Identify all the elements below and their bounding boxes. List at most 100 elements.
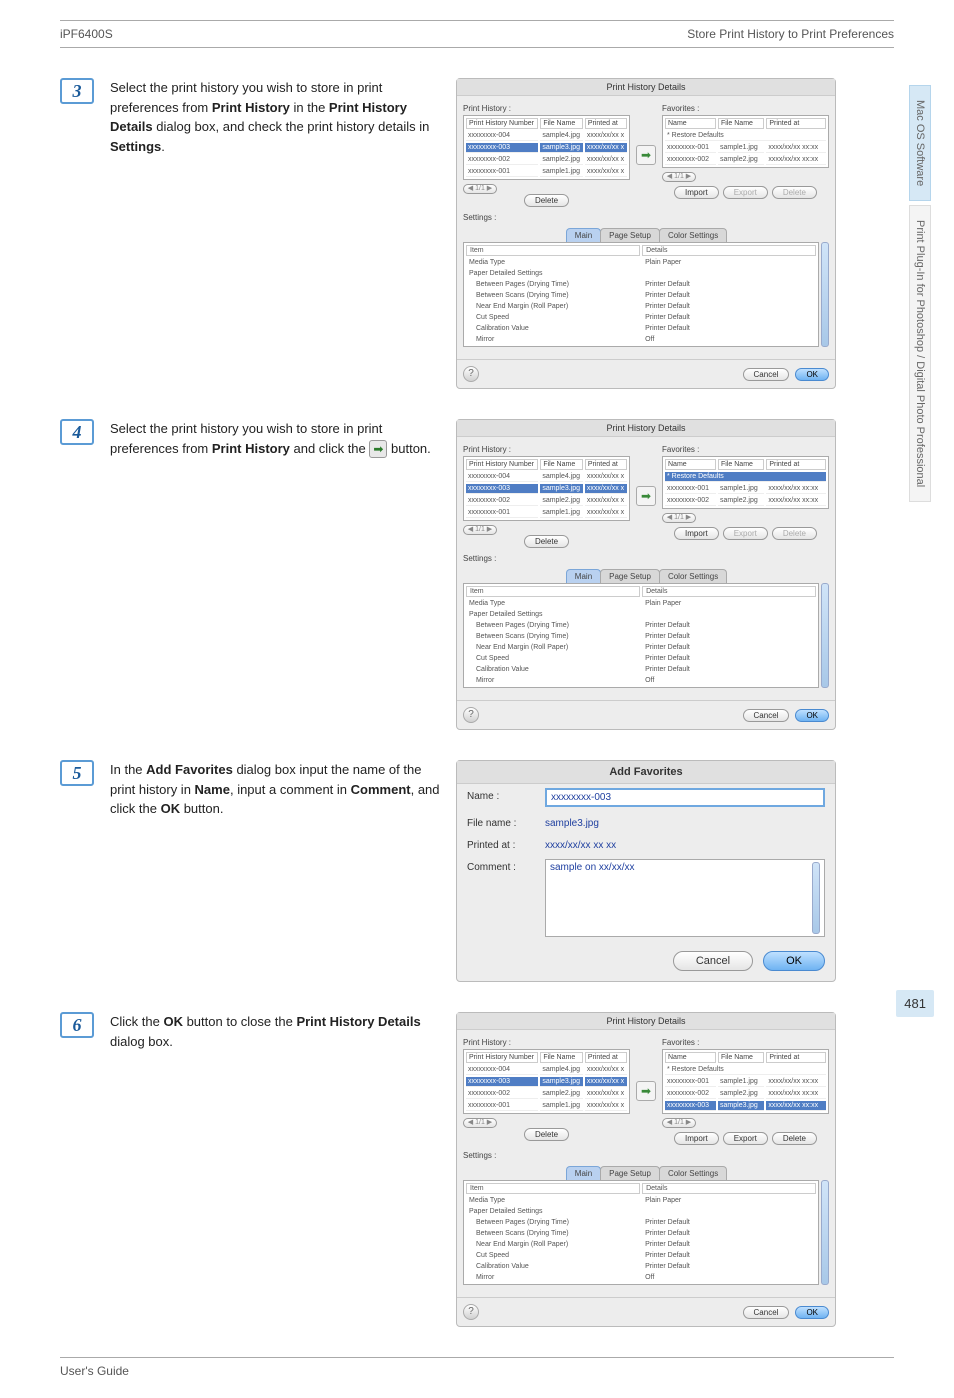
history-row[interactable]: xxxxxxxx-004sample4.jpgxxxx/xx/xx x bbox=[466, 472, 627, 482]
col-name[interactable]: Name bbox=[665, 459, 716, 470]
delete-button[interactable]: Delete bbox=[524, 194, 569, 207]
col-name[interactable]: Name bbox=[665, 1052, 716, 1063]
col-filename[interactable]: File Name bbox=[540, 1052, 583, 1063]
help-icon[interactable]: ? bbox=[463, 366, 479, 382]
fav-delete-button[interactable]: Delete bbox=[772, 527, 817, 540]
favorites-table: NameFile NamePrinted at * Restore Defaul… bbox=[662, 1049, 829, 1114]
favorites-pager[interactable]: ◀ 1/1 ▶ bbox=[662, 172, 696, 182]
tab-page-setup[interactable]: Page Setup bbox=[600, 569, 660, 583]
tab-main[interactable]: Main bbox=[566, 1166, 601, 1180]
col-filename[interactable]: File Name bbox=[718, 1052, 764, 1063]
favorites-row[interactable]: xxxxxxxx-002sample2.jpgxxxx/xx/xx xx:xx bbox=[665, 155, 826, 165]
col-filename[interactable]: File Name bbox=[718, 459, 764, 470]
favorites-row[interactable]: xxxxxxxx-001sample1.jpgxxxx/xx/xx xx:xx bbox=[665, 143, 826, 153]
col-name[interactable]: Name bbox=[665, 118, 716, 129]
tab-page-setup[interactable]: Page Setup bbox=[600, 228, 660, 242]
settings-scrollbar[interactable] bbox=[821, 583, 829, 688]
import-button[interactable]: Import bbox=[674, 186, 719, 199]
delete-button[interactable]: Delete bbox=[524, 1128, 569, 1141]
ok-button[interactable]: OK bbox=[795, 709, 829, 722]
scrollbar[interactable] bbox=[812, 862, 820, 934]
add-to-favorites-button[interactable]: ➡ bbox=[636, 486, 656, 506]
col-ph-number[interactable]: Print History Number bbox=[466, 459, 538, 470]
favorites-row[interactable]: xxxxxxxx-003sample3.jpgxxxx/xx/xx xx:xx bbox=[665, 1101, 826, 1111]
side-tab-plugin[interactable]: Print Plug-In for Photoshop / Digital Ph… bbox=[909, 205, 931, 502]
add-to-favorites-button[interactable]: ➡ bbox=[636, 145, 656, 165]
col-printed[interactable]: Printed at bbox=[766, 1052, 826, 1063]
tab-color-settings[interactable]: Color Settings bbox=[659, 569, 727, 583]
dialog-title: Print History Details bbox=[457, 420, 835, 437]
history-row[interactable]: xxxxxxxx-001sample1.jpgxxxx/xx/xx x bbox=[466, 167, 627, 177]
col-printed[interactable]: Printed at bbox=[585, 1052, 627, 1063]
settings-tabs: Main Page Setup Color Settings bbox=[463, 569, 829, 583]
history-row[interactable]: xxxxxxxx-003sample3.jpgxxxx/xx/xx x bbox=[466, 1077, 627, 1087]
history-row[interactable]: xxxxxxxx-004sample4.jpgxxxx/xx/xx x bbox=[466, 131, 627, 141]
col-filename[interactable]: File Name bbox=[540, 459, 583, 470]
favorites-row[interactable]: xxxxxxxx-002sample2.jpgxxxx/xx/xx xx:xx bbox=[665, 496, 826, 506]
favorites-table: NameFile NamePrinted at * Restore Defaul… bbox=[662, 115, 829, 168]
export-button[interactable]: Export bbox=[723, 186, 768, 199]
import-button[interactable]: Import bbox=[674, 527, 719, 540]
favorites-row[interactable]: xxxxxxxx-001sample1.jpgxxxx/xx/xx xx:xx bbox=[665, 484, 826, 494]
col-printed[interactable]: Printed at bbox=[766, 118, 826, 129]
history-row[interactable]: xxxxxxxx-002sample2.jpgxxxx/xx/xx x bbox=[466, 496, 627, 506]
add-to-favorites-button[interactable]: ➡ bbox=[636, 1081, 656, 1101]
print-history-label: Print History : bbox=[463, 445, 630, 454]
col-printed[interactable]: Printed at bbox=[585, 459, 627, 470]
side-tab-macos[interactable]: Mac OS Software bbox=[909, 85, 931, 201]
ok-button[interactable]: OK bbox=[763, 951, 825, 971]
ok-button[interactable]: OK bbox=[795, 368, 829, 381]
ok-button[interactable]: OK bbox=[795, 1306, 829, 1319]
col-ph-number[interactable]: Print History Number bbox=[466, 118, 538, 129]
settings-scrollbar[interactable] bbox=[821, 1180, 829, 1285]
favorites-pager[interactable]: ◀ 1/1 ▶ bbox=[662, 1118, 696, 1128]
col-printed[interactable]: Printed at bbox=[585, 118, 627, 129]
col-ph-number[interactable]: Print History Number bbox=[466, 1052, 538, 1063]
history-row[interactable]: xxxxxxxx-001sample1.jpgxxxx/xx/xx x bbox=[466, 508, 627, 518]
favorites-row[interactable]: xxxxxxxx-002sample2.jpgxxxx/xx/xx xx:xx bbox=[665, 1089, 826, 1099]
tab-main[interactable]: Main bbox=[566, 228, 601, 242]
tab-color-settings[interactable]: Color Settings bbox=[659, 228, 727, 242]
tab-color-settings[interactable]: Color Settings bbox=[659, 1166, 727, 1180]
favorites-row[interactable]: xxxxxxxx-001sample1.jpgxxxx/xx/xx xx:xx bbox=[665, 1077, 826, 1087]
help-icon[interactable]: ? bbox=[463, 1304, 479, 1320]
name-input[interactable]: xxxxxxxx-003 bbox=[545, 788, 825, 807]
favorites-row[interactable]: * Restore Defaults bbox=[665, 472, 826, 482]
cancel-button[interactable]: Cancel bbox=[743, 709, 790, 722]
settings-scrollbar[interactable] bbox=[821, 242, 829, 347]
settings-row: Media TypePlain Paper bbox=[466, 1196, 816, 1205]
history-row[interactable]: xxxxxxxx-003sample3.jpgxxxx/xx/xx x bbox=[466, 484, 627, 494]
fav-delete-button[interactable]: Delete bbox=[772, 1132, 817, 1145]
import-button[interactable]: Import bbox=[674, 1132, 719, 1145]
history-row[interactable]: xxxxxxxx-001sample1.jpgxxxx/xx/xx x bbox=[466, 1101, 627, 1111]
help-icon[interactable]: ? bbox=[463, 707, 479, 723]
cancel-button[interactable]: Cancel bbox=[743, 1306, 790, 1319]
col-filename[interactable]: File Name bbox=[718, 118, 764, 129]
settings-row: Paper Detailed Settings bbox=[466, 269, 816, 278]
delete-button[interactable]: Delete bbox=[524, 535, 569, 548]
arrow-right-icon: ➡ bbox=[369, 440, 387, 458]
history-pager[interactable]: ◀ 1/1 ▶ bbox=[463, 1118, 497, 1128]
tab-main[interactable]: Main bbox=[566, 569, 601, 583]
cancel-button[interactable]: Cancel bbox=[673, 951, 753, 971]
favorites-row[interactable]: * Restore Defaults bbox=[665, 131, 826, 141]
col-filename[interactable]: File Name bbox=[540, 118, 583, 129]
tab-page-setup[interactable]: Page Setup bbox=[600, 1166, 660, 1180]
export-button[interactable]: Export bbox=[723, 1132, 768, 1145]
history-row[interactable]: xxxxxxxx-004sample4.jpgxxxx/xx/xx x bbox=[466, 1065, 627, 1075]
col-printed[interactable]: Printed at bbox=[766, 459, 826, 470]
export-button[interactable]: Export bbox=[723, 527, 768, 540]
history-row[interactable]: xxxxxxxx-002sample2.jpgxxxx/xx/xx x bbox=[466, 155, 627, 165]
history-row[interactable]: xxxxxxxx-003sample3.jpgxxxx/xx/xx x bbox=[466, 143, 627, 153]
history-pager[interactable]: ◀ 1/1 ▶ bbox=[463, 184, 497, 194]
cancel-button[interactable]: Cancel bbox=[743, 368, 790, 381]
settings-label: Settings : bbox=[463, 213, 829, 222]
col-details: Details bbox=[642, 245, 816, 256]
fav-delete-button[interactable]: Delete bbox=[772, 186, 817, 199]
history-row[interactable]: xxxxxxxx-002sample2.jpgxxxx/xx/xx x bbox=[466, 1089, 627, 1099]
favorites-row[interactable]: * Restore Defaults bbox=[665, 1065, 826, 1075]
add-favorites-dialog: Add Favorites Name : xxxxxxxx-003 File n… bbox=[456, 760, 836, 982]
history-pager[interactable]: ◀ 1/1 ▶ bbox=[463, 525, 497, 535]
comment-textarea[interactable]: sample on xx/xx/xx bbox=[545, 859, 825, 937]
favorites-pager[interactable]: ◀ 1/1 ▶ bbox=[662, 513, 696, 523]
